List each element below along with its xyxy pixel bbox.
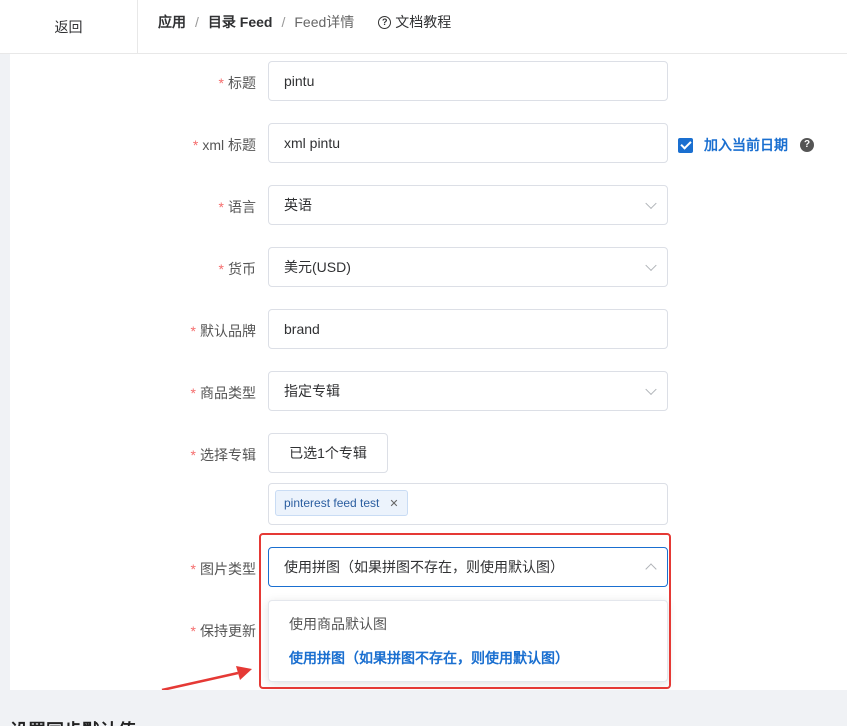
- currency-label: * 货币: [218, 261, 256, 277]
- keep-updated-label: * 保持更新: [190, 623, 256, 639]
- chevron-down-icon: [645, 197, 657, 210]
- language-label: * 语言: [218, 199, 256, 215]
- product-type-select[interactable]: 指定专辑: [268, 371, 668, 411]
- section-title: 设置同步默认值: [10, 717, 136, 726]
- chevron-down-icon: [645, 259, 657, 272]
- breadcrumb-separator: /: [195, 14, 199, 30]
- add-current-date-checkbox[interactable]: 加入当前日期 ?: [678, 135, 814, 155]
- docs-label: 文档教程: [395, 14, 452, 30]
- checkbox-checked-icon[interactable]: [678, 137, 693, 153]
- breadcrumb: 应用 / 目录 Feed / Feed详情 ? 文档教程: [158, 0, 451, 44]
- top-bar: 返回 应用 / 目录 Feed / Feed详情 ? 文档教程: [0, 0, 847, 54]
- add-current-date-label: 加入当前日期: [704, 137, 788, 153]
- help-icon[interactable]: ?: [800, 138, 814, 152]
- question-circle-icon: ?: [378, 15, 392, 29]
- breadcrumb-apps[interactable]: 应用: [158, 12, 186, 32]
- brand-input[interactable]: brand: [268, 309, 668, 349]
- breadcrumb-feed-detail: Feed详情: [294, 14, 355, 30]
- image-type-dropdown: 使用商品默认图 使用拼图（如果拼图不存在，则使用默认图）: [268, 600, 668, 682]
- back-button[interactable]: 返回: [0, 0, 138, 54]
- title-input[interactable]: pintu: [268, 61, 668, 101]
- product-type-label: * 商品类型: [190, 385, 256, 401]
- option-product-default-image[interactable]: 使用商品默认图: [269, 607, 667, 641]
- image-type-select[interactable]: 使用拼图（如果拼图不存在，则使用默认图）: [268, 547, 668, 587]
- collection-label: * 选择专辑: [190, 447, 256, 463]
- collection-tags: pinterest feed test ✕: [268, 483, 668, 525]
- brand-label: * 默认品牌: [190, 323, 256, 339]
- title-label: * 标题: [218, 75, 256, 91]
- option-collage-image[interactable]: 使用拼图（如果拼图不存在，则使用默认图）: [269, 641, 667, 675]
- breadcrumb-catalog-feed[interactable]: 目录 Feed: [208, 12, 273, 32]
- docs-link[interactable]: ? 文档教程: [378, 12, 451, 32]
- xml-title-input[interactable]: xml pintu: [268, 123, 668, 163]
- chevron-up-icon: [645, 563, 657, 575]
- breadcrumb-separator: /: [281, 14, 286, 30]
- image-type-label: * 图片类型: [190, 561, 256, 577]
- select-collection-button[interactable]: 已选1个专辑: [268, 433, 388, 473]
- currency-select[interactable]: 美元(USD): [268, 247, 668, 287]
- language-select[interactable]: 英语: [268, 185, 668, 225]
- xml-title-label: * xml 标题: [192, 137, 256, 153]
- collection-tag: pinterest feed test ✕: [275, 490, 408, 516]
- close-icon[interactable]: ✕: [389, 497, 398, 510]
- chevron-down-icon: [645, 383, 657, 396]
